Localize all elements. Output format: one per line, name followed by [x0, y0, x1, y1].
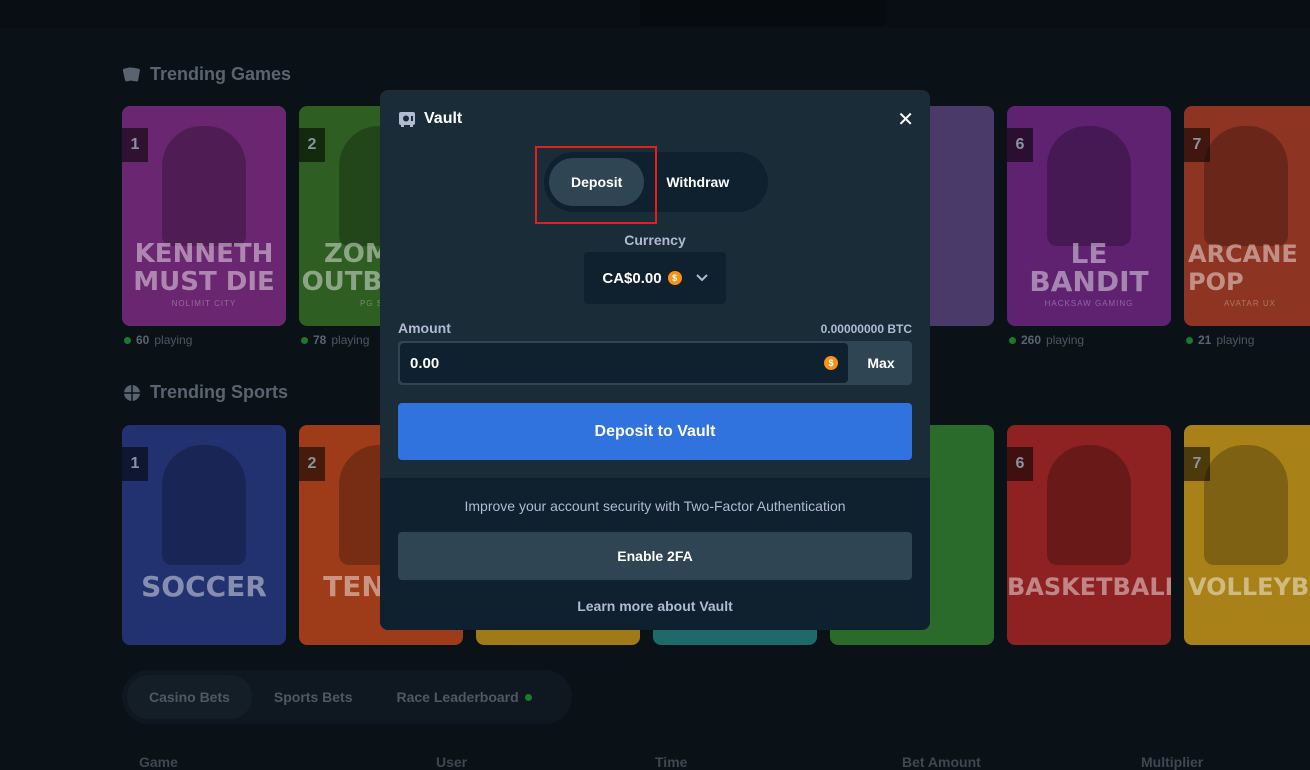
column-time: Time [655, 754, 688, 770]
modal-title: Vault [424, 110, 463, 127]
currency-value: CA$0.00 [602, 269, 662, 287]
rank-badge: 6 [1007, 447, 1033, 481]
cards-icon [122, 66, 140, 82]
top-bar [0, 0, 1310, 28]
enable-2fa-button[interactable]: Enable 2FA [398, 532, 912, 580]
coin-icon: $ [824, 356, 838, 370]
close-icon[interactable]: ✕ [897, 110, 914, 130]
amount-label: Amount [398, 320, 451, 336]
deposit-to-vault-button[interactable]: Deposit to Vault [398, 403, 912, 460]
column-game: Game [139, 754, 178, 770]
column-multiplier: Multiplier [1141, 754, 1204, 770]
column-bet-amount: Bet Amount [902, 754, 981, 770]
sport-title: VOLLEYBALL [1188, 573, 1310, 601]
playing-count: 60 playing [124, 333, 192, 347]
trending-sports-heading: Trending Sports [122, 382, 288, 403]
currency-label: Currency [624, 232, 686, 248]
sport-title: BASKETBALL [1007, 573, 1171, 601]
game-card[interactable]: 6 LE BANDIT HACKSAW GAMING [1007, 106, 1171, 326]
tab-race-leaderboard[interactable]: Race Leaderboard [375, 675, 554, 719]
amount-input[interactable]: 0.00 $ [400, 343, 848, 383]
game-card[interactable]: 7 ARCANE POP AVATAR UX [1184, 106, 1310, 326]
modal-footer: Improve your account security with Two-F… [380, 478, 930, 630]
amount-value: 0.00 [410, 354, 440, 372]
playing-count: 260 playing [1009, 333, 1084, 347]
tab-casino-bets[interactable]: Casino Bets [127, 675, 252, 719]
coin-icon: $ [667, 271, 682, 285]
max-button[interactable]: Max [850, 341, 912, 385]
modal-header: Vault [398, 110, 462, 128]
currency-select[interactable]: CA$0.00 $ [584, 252, 726, 304]
twofa-text: Improve your account security with Two-F… [464, 498, 846, 514]
game-card[interactable]: 1 KENNETH MUST DIE NOLIMIT CITY [122, 106, 286, 326]
withdraw-tab[interactable]: Withdraw [644, 158, 751, 206]
sport-card[interactable]: 6 BASKETBALL [1007, 425, 1171, 645]
rank-badge: 2 [299, 447, 325, 481]
playing-count: 78 playing [301, 333, 369, 347]
ball-icon [124, 384, 140, 401]
vault-icon [399, 112, 415, 127]
vault-modal: Vault ✕ Deposit Withdraw Currency CA$0.0… [380, 90, 930, 630]
sport-card[interactable]: 1 SOCCER [122, 425, 286, 645]
column-user: User [436, 754, 468, 770]
playing-count: 21 playing [1186, 333, 1254, 347]
deposit-tab[interactable]: Deposit [549, 158, 645, 206]
amount-field-group: 0.00 $ Max [398, 341, 912, 385]
tab-sports-bets[interactable]: Sports Bets [252, 675, 375, 719]
rank-badge: 7 [1184, 128, 1210, 162]
live-dot [524, 693, 532, 701]
rank-badge: 2 [299, 128, 325, 162]
rank-badge: 6 [1007, 128, 1033, 162]
rank-badge: 7 [1184, 447, 1210, 481]
rank-badge: 1 [122, 128, 148, 162]
game-title: ARCANE POP [1188, 240, 1298, 296]
learn-more-link[interactable]: Learn more about Vault [380, 598, 930, 614]
chevron-down-icon [695, 271, 708, 285]
bets-tabs: Casino Bets Sports Bets Race Leaderboard [122, 670, 572, 724]
sport-card[interactable]: 7 VOLLEYBALL [1184, 425, 1310, 645]
game-provider: NOLIMIT CITY [171, 299, 237, 308]
deposit-withdraw-toggle: Deposit Withdraw [544, 152, 768, 212]
sport-title: SOCCER [141, 570, 267, 603]
amount-btc: 0.00000000 BTC [820, 322, 912, 336]
game-provider: HACKSAW GAMING [1044, 299, 1134, 308]
game-title: KENNETH MUST DIE [133, 239, 275, 297]
rank-badge: 1 [122, 447, 148, 481]
trending-games-heading: Trending Games [122, 64, 291, 85]
game-provider: AVATAR UX [1224, 299, 1276, 308]
game-title: LE BANDIT [1029, 237, 1149, 298]
